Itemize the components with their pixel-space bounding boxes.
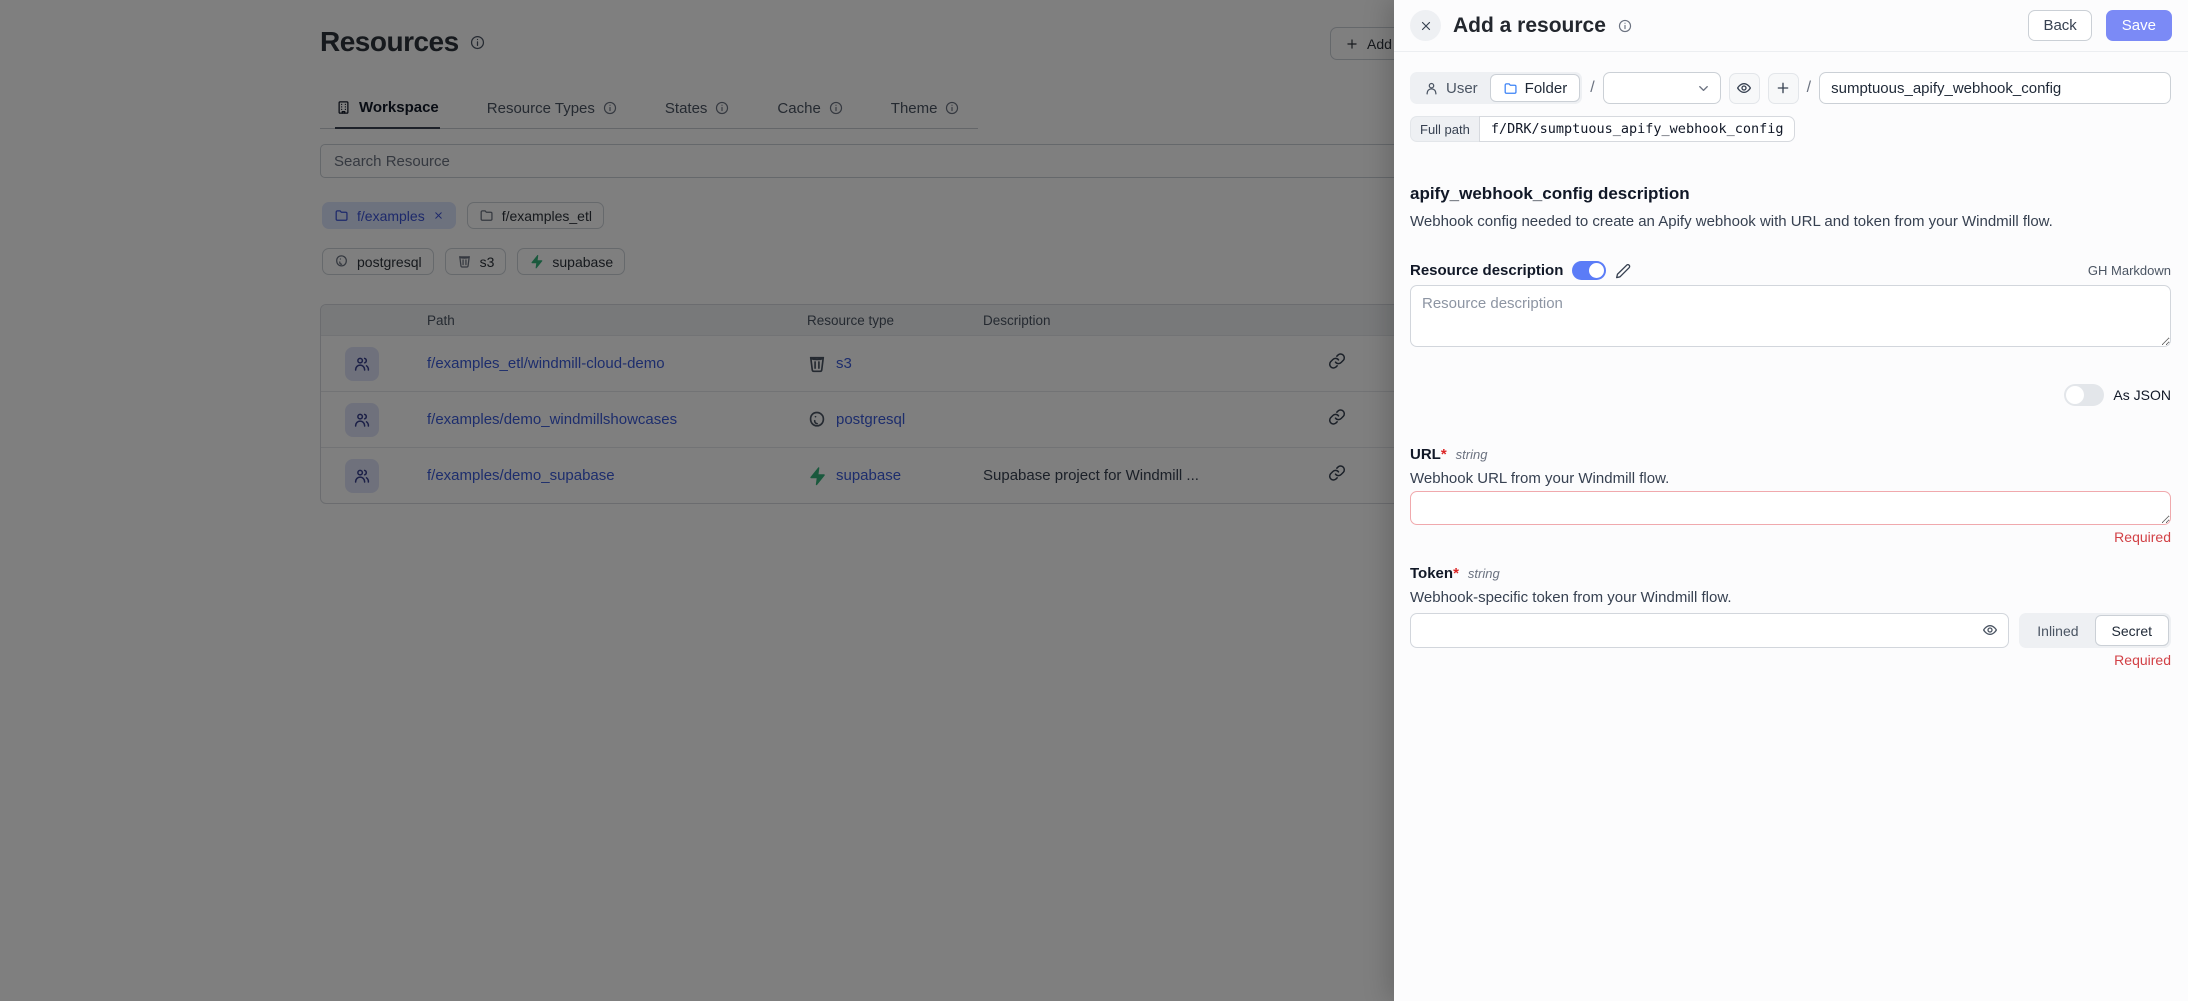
eye-icon[interactable] [1982, 622, 1998, 638]
resource-description-textarea[interactable] [1410, 285, 2171, 347]
required-asterisk: * [1441, 446, 1447, 463]
folder-select[interactable] [1603, 72, 1721, 104]
new-folder-button[interactable] [1768, 73, 1799, 104]
drawer-body: User Folder / / Full path f/DRK/su [1394, 52, 2188, 668]
path-separator: / [1590, 79, 1594, 97]
view-folder-button[interactable] [1729, 73, 1760, 104]
url-field-label: URL* [1410, 446, 1447, 463]
close-icon [1419, 19, 1433, 33]
as-json-label: As JSON [2113, 387, 2171, 403]
token-input[interactable] [1410, 613, 2009, 648]
owner-kind-toggle: User Folder [1410, 72, 1582, 104]
back-button[interactable]: Back [2028, 10, 2091, 41]
resource-type-description: Webhook config needed to create an Apify… [1410, 213, 2171, 230]
description-toggle[interactable] [1572, 261, 1606, 280]
secret-option[interactable]: Secret [2095, 615, 2169, 646]
token-field-label: Token* [1410, 565, 1459, 582]
owner-user-option[interactable]: User [1412, 74, 1490, 102]
token-required-error: Required [1410, 652, 2171, 668]
save-button[interactable]: Save [2106, 10, 2172, 41]
token-field-help: Webhook-specific token from your Windmil… [1410, 589, 2171, 606]
full-path-group: Full path f/DRK/sumptuous_apify_webhook_… [1410, 116, 1795, 142]
inlined-option[interactable]: Inlined [2021, 615, 2094, 646]
segment-label: Folder [1525, 80, 1568, 97]
as-json-row: As JSON [1410, 384, 2171, 406]
full-path-label: Full path [1410, 116, 1479, 142]
resource-name-input[interactable] [1819, 72, 2171, 104]
pencil-icon[interactable] [1615, 263, 1631, 279]
close-drawer-button[interactable] [1410, 10, 1441, 41]
add-resource-drawer: Add a resource Back Save User Folder / [1394, 0, 2188, 1001]
required-asterisk: * [1453, 565, 1459, 582]
path-builder: User Folder / / [1410, 72, 2171, 104]
type-hint: string [1456, 447, 1488, 462]
token-mode-toggle: Inlined Secret [2019, 613, 2171, 648]
segment-label: User [1446, 80, 1478, 97]
path-separator: / [1807, 79, 1811, 97]
info-icon[interactable] [1618, 19, 1632, 33]
folder-icon [1503, 81, 1518, 96]
chevron-down-icon [1696, 81, 1711, 96]
as-json-toggle[interactable] [2064, 384, 2104, 406]
resource-description-label: Resource description [1410, 262, 1563, 279]
url-input[interactable] [1410, 491, 2171, 525]
eye-icon [1736, 80, 1752, 96]
plus-icon [1775, 80, 1791, 96]
url-field-help: Webhook URL from your Windmill flow. [1410, 470, 2171, 487]
owner-folder-option[interactable]: Folder [1490, 74, 1581, 102]
type-hint: string [1468, 566, 1500, 581]
user-icon [1424, 81, 1439, 96]
drawer-header: Add a resource Back Save [1394, 0, 2188, 52]
description-label-row: Resource description GH Markdown [1410, 261, 2171, 280]
url-required-error: Required [1410, 529, 2171, 545]
resource-type-heading: apify_webhook_config description [1410, 184, 2171, 204]
url-field: URL* string Webhook URL from your Windmi… [1410, 446, 2171, 545]
drawer-title: Add a resource [1453, 14, 1606, 38]
markdown-hint: GH Markdown [2088, 263, 2171, 278]
token-input-row: Inlined Secret [1410, 613, 2171, 648]
token-field: Token* string Webhook-specific token fro… [1410, 565, 2171, 668]
full-path-value: f/DRK/sumptuous_apify_webhook_config [1479, 116, 1796, 142]
